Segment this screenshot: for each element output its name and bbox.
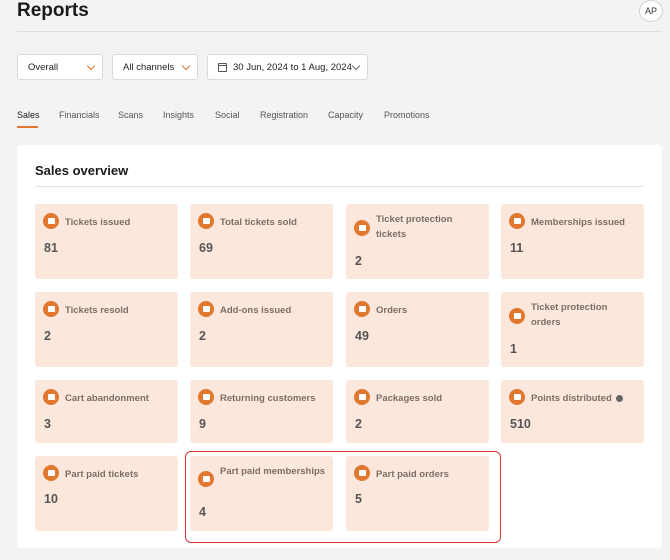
tab-capacity[interactable]: Capacity [328, 110, 363, 120]
page-title: Reports [17, 0, 89, 21]
ticket-icon [43, 465, 59, 481]
stat-value: 510 [510, 417, 531, 431]
stat-label: Total tickets sold [220, 217, 297, 228]
date-range-value: 30 Jun, 2024 to 1 Aug, 2024 [233, 61, 352, 73]
tab-promotions[interactable]: Promotions [384, 110, 430, 120]
stat-label: Memberships issued [531, 217, 625, 228]
stat-label: Ticket protection tickets [376, 214, 453, 240]
stat-value: 2 [355, 417, 362, 431]
chevron-down-icon [86, 61, 96, 71]
stat-label: Ticket protection orders [531, 302, 608, 328]
ticket-icon [198, 213, 214, 229]
stat-value: 49 [355, 329, 369, 343]
stat-label-text: Points distributed [531, 393, 612, 404]
stat-card-total-tickets-sold: Total tickets sold 69 [190, 204, 333, 279]
stat-card-tickets-issued: Tickets issued 81 [35, 204, 178, 279]
calendar-icon [218, 62, 227, 72]
stat-value: 81 [44, 241, 58, 255]
cart-icon [354, 220, 370, 236]
stat-card-ticket-protection-tickets: Ticket protection tickets 2 [346, 204, 489, 279]
scope-select-value: Overall [28, 61, 59, 73]
package-icon [354, 389, 370, 405]
stat-card-packages-sold: Packages sold 2 [346, 380, 489, 443]
stat-label: Orders [376, 305, 408, 316]
stat-value: 69 [199, 241, 213, 255]
chevron-down-icon [351, 61, 361, 71]
resale-icon [43, 301, 59, 317]
ticket-icon [43, 213, 59, 229]
avatar[interactable]: AP [639, 0, 663, 22]
channels-select-value: All channels [123, 61, 175, 73]
stat-value: 2 [199, 329, 206, 343]
stat-label: Cart abandonment [65, 393, 149, 404]
order-icon [354, 301, 370, 317]
stat-label: Points distributed [531, 391, 639, 406]
stat-card-points-distributed: Points distributed 510 [501, 380, 644, 443]
user-badge-icon [198, 389, 214, 405]
header-divider [17, 31, 662, 32]
chevron-down-icon [181, 61, 191, 71]
points-icon [509, 389, 525, 405]
scope-select[interactable]: Overall [17, 54, 103, 80]
stat-card-returning-customers: Returning customers 9 [190, 380, 333, 443]
stat-card-memberships-issued: Memberships issued 11 [501, 204, 644, 279]
info-icon[interactable] [615, 394, 623, 402]
section-title: Sales overview [35, 163, 129, 178]
stat-label: Packages sold [376, 393, 443, 404]
stat-value: 11 [510, 241, 524, 255]
stat-label: Add-ons issued [220, 305, 292, 316]
tab-scans[interactable]: Scans [118, 110, 143, 120]
stat-card-cart-abandonment: Cart abandonment 3 [35, 380, 178, 443]
stat-label: Returning customers [220, 393, 316, 404]
active-tab-indicator [17, 126, 38, 128]
stat-label: Tickets resold [65, 305, 129, 316]
tab-registration[interactable]: Registration [260, 110, 308, 120]
stat-value: 9 [199, 417, 206, 431]
stat-card-ticket-protection-orders: Ticket protection orders 1 [501, 292, 644, 367]
cart-icon [43, 389, 59, 405]
channels-select[interactable]: All channels [112, 54, 198, 80]
tab-social[interactable]: Social [215, 110, 240, 120]
stat-value: 3 [44, 417, 51, 431]
stat-card-part-paid-tickets: Part paid tickets 10 [35, 456, 178, 531]
date-range-picker[interactable]: 30 Jun, 2024 to 1 Aug, 2024 [207, 54, 368, 80]
cart-plus-icon [198, 301, 214, 317]
tab-sales[interactable]: Sales [17, 110, 40, 120]
cart-icon [509, 308, 525, 324]
stat-value: 10 [44, 492, 58, 506]
section-divider [35, 186, 643, 187]
highlight-annotation [185, 451, 501, 543]
tab-financials[interactable]: Financials [59, 110, 100, 120]
stat-value: 2 [355, 254, 362, 268]
stat-card-orders: Orders 49 [346, 292, 489, 367]
stat-card-tickets-resold: Tickets resold 2 [35, 292, 178, 367]
stat-label: Tickets issued [65, 217, 131, 228]
stat-value: 2 [44, 329, 51, 343]
stat-value: 1 [510, 342, 517, 356]
stat-label: Part paid tickets [65, 469, 139, 480]
stat-card-add-ons-issued: Add-ons issued 2 [190, 292, 333, 367]
membership-card-icon [509, 213, 525, 229]
tab-insights[interactable]: Insights [163, 110, 194, 120]
